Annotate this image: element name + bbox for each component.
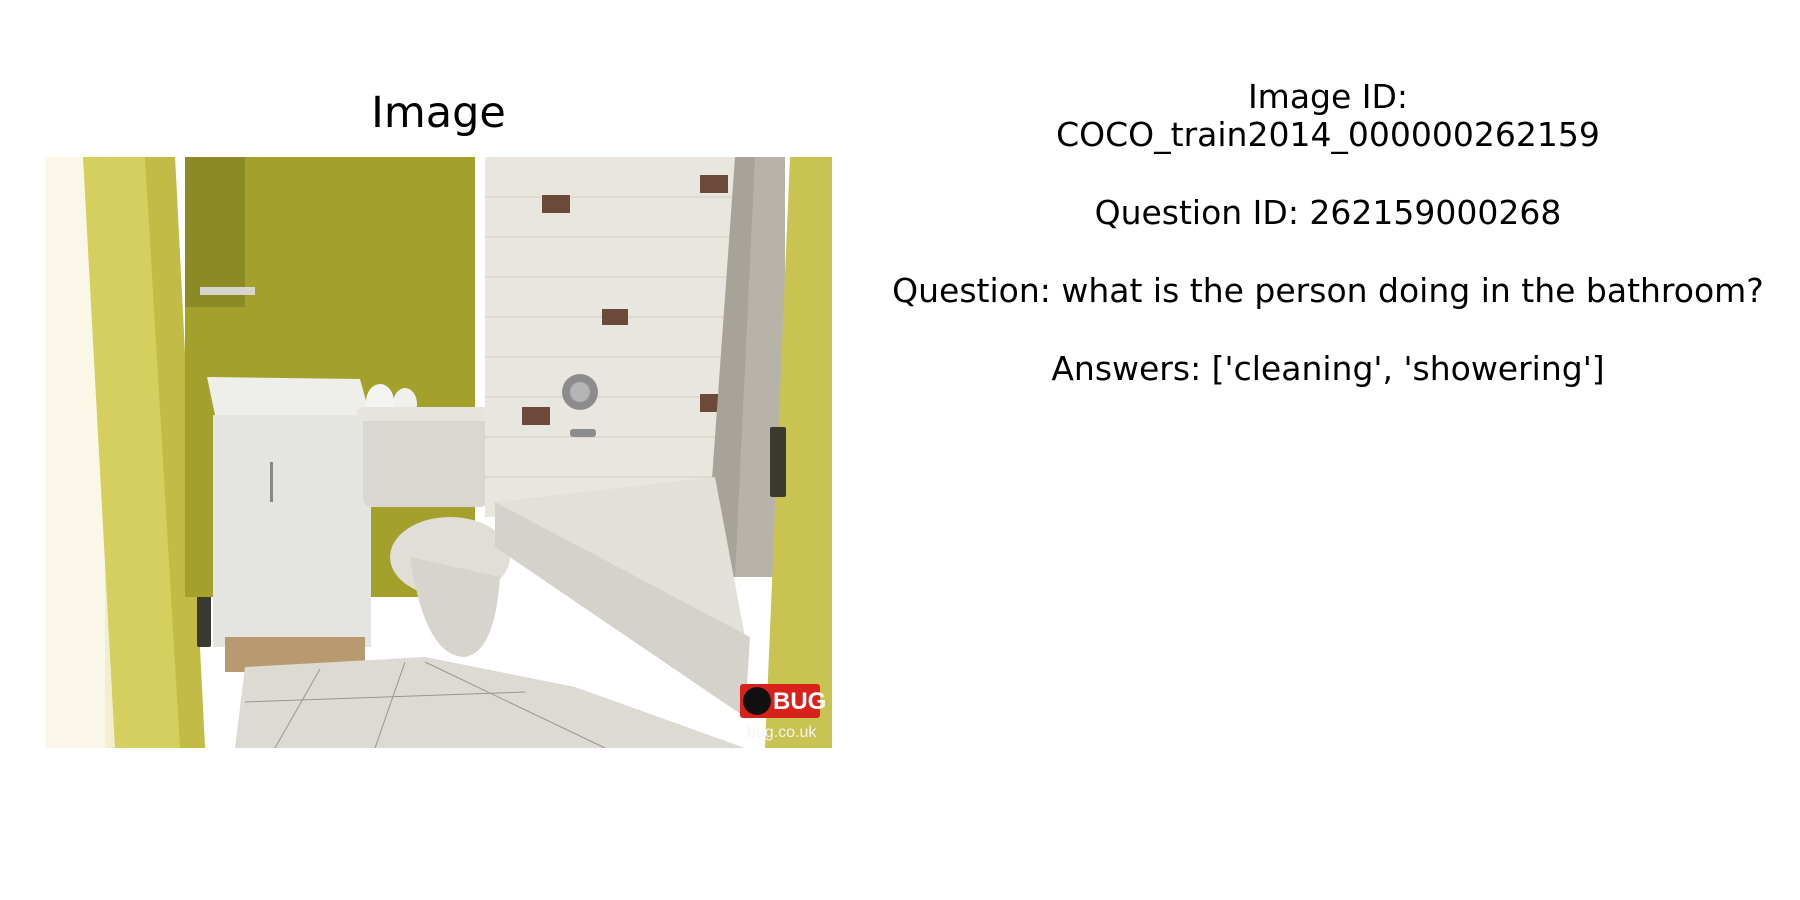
watermark-brand: BUG	[773, 688, 826, 715]
question-id-text: Question ID: 262159000268	[1094, 193, 1562, 232]
image-title: Image	[371, 88, 506, 138]
bathroom-photo: BUG bug.co.uk	[45, 157, 832, 748]
question-info-panel: Image ID: COCO_train2014_000000262159 Qu…	[878, 78, 1778, 428]
answers-text: Answers: ['cleaning', 'showering']	[1051, 349, 1605, 388]
question-text: Question: what is the person doing in th…	[892, 271, 1764, 310]
image-id-text: Image ID: COCO_train2014_000000262159	[1056, 77, 1600, 154]
figure-page: Image BUG bug.co.uk Image ID: COCO_train…	[0, 0, 1800, 900]
watermark-url: bug.co.uk	[747, 724, 817, 741]
